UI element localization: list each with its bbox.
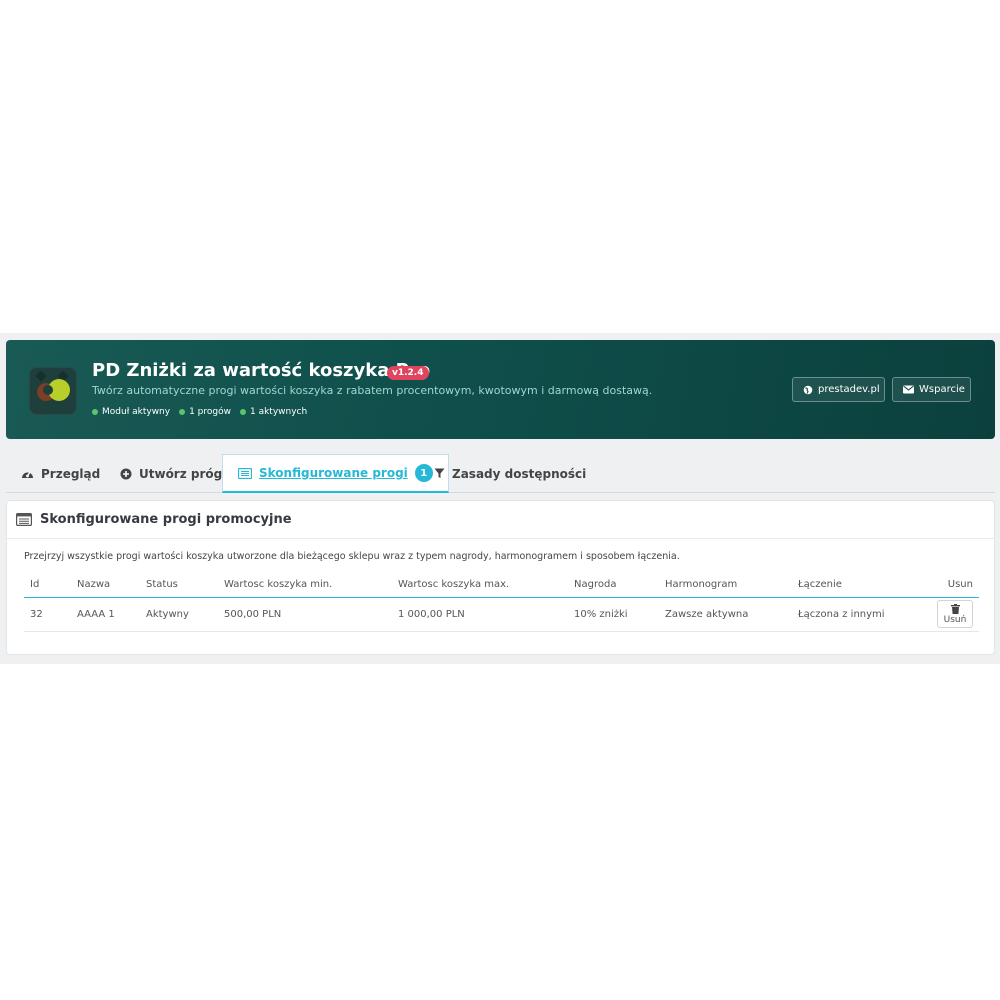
- support-label: Wsparcie: [919, 384, 965, 395]
- stat-module-active: Moduł aktywny: [92, 407, 170, 417]
- thresholds-panel: Skonfigurowane progi promocyjne Przejrzy…: [6, 500, 995, 655]
- tab-label: Zasady dostępności: [452, 466, 587, 481]
- module-logo: [29, 367, 77, 415]
- cell-name: AAAA 1: [71, 597, 140, 632]
- envelope-icon: [903, 385, 914, 394]
- plus-circle-icon: [120, 468, 132, 480]
- trash-icon: [950, 603, 960, 614]
- column-header-max: Wartosc koszyka max.: [392, 572, 568, 598]
- cell-min-value: 500,00 PLN: [218, 597, 392, 632]
- tab-overview[interactable]: Przegląd: [21, 454, 100, 493]
- column-header-id: Id: [24, 572, 71, 598]
- status-dot-icon: [239, 409, 246, 415]
- panel-description: Przejrzyj wszystkie progi wartości koszy…: [24, 551, 680, 562]
- column-header-combine: Łączenie: [792, 572, 923, 598]
- stat-active: 1 aktywnych: [239, 407, 307, 417]
- count-badge: 1: [414, 464, 433, 482]
- module-stats: Moduł aktywny 1 progów 1 aktywnych: [92, 407, 307, 417]
- column-header-delete: Usun: [923, 572, 979, 598]
- column-header-min: Wartosc koszyka min.: [218, 572, 392, 598]
- cell-schedule: Zawsze aktywna: [659, 597, 792, 632]
- cell-id: 32: [24, 597, 71, 632]
- tab-create-threshold[interactable]: Utwórz próg: [120, 454, 222, 493]
- column-header-reward: Nagroda: [568, 572, 659, 598]
- list-icon: [238, 467, 252, 479]
- cell-reward: 10% zniżki: [568, 597, 659, 632]
- cell-combine: Łączona z innymi: [792, 597, 923, 632]
- tab-label: Skonfigurowane progi: [259, 466, 408, 480]
- delete-label: Usuń: [943, 614, 967, 625]
- status-dot-icon: [179, 409, 186, 415]
- panel-header: Skonfigurowane progi promocyjne: [7, 501, 994, 539]
- tab-configured-thresholds[interactable]: Skonfigurowane progi 1: [222, 454, 449, 493]
- column-header-name: Nazwa: [71, 572, 140, 598]
- cell-max-value: 1 000,00 PLN: [392, 597, 568, 632]
- dashboard-icon: [21, 468, 34, 479]
- delete-button[interactable]: Usuń: [937, 600, 973, 628]
- module-title: PD Zniżki za wartość koszyka Pro: [92, 360, 431, 381]
- support-button[interactable]: Wsparcie: [892, 377, 971, 402]
- cell-status: Aktywny: [140, 597, 218, 632]
- list-icon: [16, 513, 32, 526]
- cell-delete: Usuń: [923, 597, 979, 632]
- column-header-schedule: Harmonogram: [659, 572, 792, 598]
- stat-thresholds: 1 progów: [179, 407, 231, 417]
- table-row: 32 AAAA 1 Aktywny 500,00 PLN 1 000,00 PL…: [24, 597, 979, 632]
- status-dot-icon: [92, 409, 98, 415]
- module-subtitle: Twórz automatyczne progi wartości koszyk…: [92, 384, 653, 397]
- website-link-button[interactable]: prestadev.pl: [792, 377, 885, 402]
- tab-label: Utwórz próg: [139, 466, 223, 481]
- tab-label: Przegląd: [41, 466, 101, 481]
- filter-icon: [434, 468, 445, 479]
- tab-bar: Przegląd Utwórz próg Skonfigurowane prog…: [6, 454, 995, 493]
- version-badge: v1.2.4: [387, 366, 429, 380]
- column-header-status: Status: [140, 572, 218, 598]
- module-config-page: PD Zniżki za wartość koszyka Pro v1.2.4 …: [0, 333, 1000, 664]
- module-header: PD Zniżki za wartość koszyka Pro v1.2.4 …: [6, 340, 995, 439]
- tab-availability-rules[interactable]: Zasady dostępności: [434, 454, 586, 493]
- website-link-label: prestadev.pl: [818, 384, 880, 395]
- thresholds-table: Id Nazwa Status Wartosc koszyka min. War…: [24, 572, 979, 632]
- globe-icon: [803, 385, 813, 395]
- panel-title: Skonfigurowane progi promocyjne: [40, 512, 292, 527]
- table-header-row: Id Nazwa Status Wartosc koszyka min. War…: [24, 572, 979, 598]
